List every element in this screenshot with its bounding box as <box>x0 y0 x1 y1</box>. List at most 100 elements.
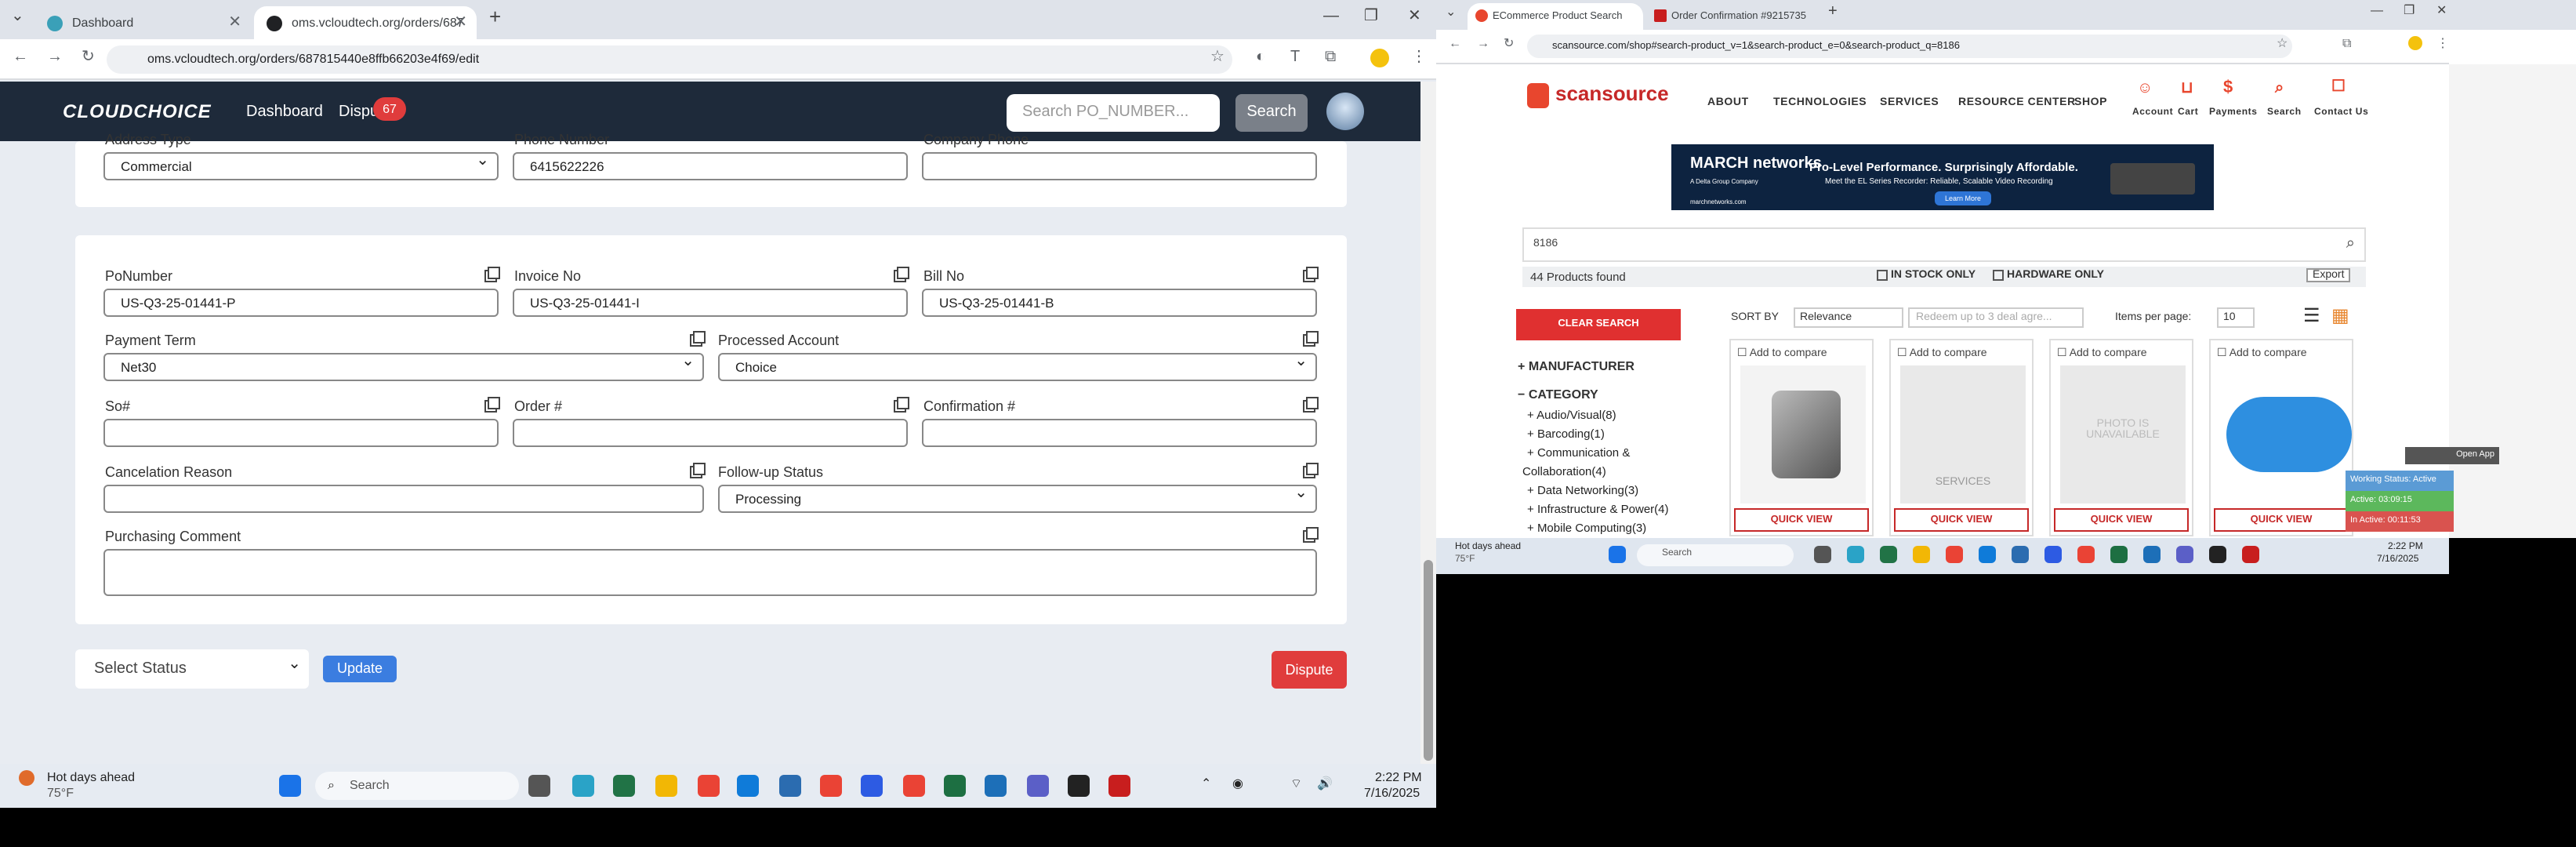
product-image[interactable] <box>2220 365 2352 503</box>
quick-view-button[interactable]: QUICK VIEW <box>2054 508 2189 532</box>
extension-icon[interactable]: ◐ <box>1256 49 1265 66</box>
copy-icon[interactable] <box>894 397 909 413</box>
po-search-input[interactable]: Search PO_NUMBER... <box>1007 94 1220 132</box>
avatar[interactable] <box>1326 93 1364 130</box>
scrollbar-thumb[interactable] <box>1424 560 1433 761</box>
edge-icon[interactable] <box>737 775 759 797</box>
in-stock-checkbox[interactable] <box>1877 270 1888 281</box>
minimize-icon[interactable]: — <box>2371 3 2383 17</box>
nav-about[interactable]: ABOUT <box>1707 97 1749 108</box>
close-icon[interactable]: ✕ <box>228 6 241 39</box>
logo[interactable]: CLOUDCHOICE <box>63 100 212 122</box>
tab-ecommerce[interactable]: ECommerce Product Search <box>1468 3 1643 30</box>
category-item[interactable]: + Barcoding(1) <box>1527 427 1605 441</box>
task-view-icon[interactable] <box>528 775 550 797</box>
calculator-icon[interactable] <box>1880 546 1897 563</box>
compare-checkbox[interactable]: ☐ Add to compare <box>2217 347 2307 359</box>
hardware-checkbox[interactable] <box>1993 270 2004 281</box>
maximize-icon[interactable]: ❐ <box>1364 8 1378 25</box>
followup-status-select[interactable]: Processing <box>718 482 1317 513</box>
bookmark-star-icon[interactable]: ☆ <box>2277 36 2288 50</box>
quick-view-button[interactable]: QUICK VIEW <box>2214 508 2349 532</box>
page-scrollbar[interactable] <box>1420 82 1436 769</box>
forward-icon[interactable]: → <box>47 49 63 66</box>
category-item[interactable]: + Infrastructure & Power(4) <box>1527 502 1669 516</box>
outlook-icon[interactable] <box>779 775 801 797</box>
teams-icon[interactable] <box>2176 546 2193 563</box>
payment-term-select[interactable]: Net30 <box>103 350 704 381</box>
search-icon[interactable]: ⌕ <box>2346 229 2355 260</box>
product-card[interactable]: ☐ Add to compare PHOTO IS UNAVAILABLE QU… <box>2049 339 2193 536</box>
chrome-icon[interactable] <box>820 775 842 797</box>
address-type-select[interactable]: Commercial <box>103 149 499 180</box>
chrome-icon[interactable] <box>1946 546 1963 563</box>
chrome-icon[interactable] <box>903 775 925 797</box>
profile-icon[interactable] <box>1370 49 1389 67</box>
export-button[interactable]: Export <box>2306 268 2351 282</box>
copy-icon[interactable] <box>484 397 500 413</box>
list-view-icon[interactable]: ☰ <box>2303 304 2320 326</box>
app-icon[interactable] <box>985 775 1007 797</box>
copy-icon[interactable] <box>1303 331 1319 347</box>
new-tab-button[interactable]: + <box>489 5 501 28</box>
tab-list-icon[interactable]: ⌄ <box>1446 5 1456 19</box>
excel-icon[interactable] <box>2110 546 2128 563</box>
processed-account-select[interactable]: Choice <box>718 350 1317 381</box>
zoom-icon[interactable] <box>861 775 883 797</box>
taskbar-search[interactable]: ⌕ Search <box>315 772 519 800</box>
product-image[interactable]: SERVICES <box>1900 365 2026 503</box>
teams-icon[interactable] <box>1027 775 1049 797</box>
payments-link[interactable]: Payments <box>2209 108 2258 118</box>
address-bar[interactable]: scansource.com/shop#search-product_v=1&s… <box>1527 35 2292 58</box>
tab-list-icon[interactable]: ⌄ <box>11 8 24 25</box>
weather-title[interactable]: Hot days ahead <box>47 770 135 784</box>
order-number-input[interactable] <box>513 419 908 447</box>
product-search-input[interactable]: 8186 ⌕ <box>1522 227 2366 262</box>
sort-select[interactable]: Relevance <box>1794 307 1903 328</box>
compare-checkbox[interactable]: ☐ Add to compare <box>1737 347 1827 359</box>
profile-icon[interactable] <box>2408 36 2422 50</box>
clock-time[interactable]: 2:22 PM <box>1375 770 1422 784</box>
volume-icon[interactable]: 🔊 <box>1317 776 1333 791</box>
maximize-icon[interactable]: ❐ <box>2404 3 2415 17</box>
menu-icon[interactable]: ⋮ <box>1411 49 1427 66</box>
status-select[interactable]: Select Status <box>75 645 309 689</box>
bill-no-input[interactable]: US-Q3-25-01441-B <box>922 289 1317 317</box>
extension-icon[interactable]: ⧉ <box>2342 36 2351 52</box>
category-item[interactable]: + Communication & <box>1527 445 1630 460</box>
brand-logo[interactable]: scansource <box>1555 82 1669 105</box>
search-link[interactable]: Search <box>2267 108 2302 118</box>
app-icon[interactable] <box>1847 546 1864 563</box>
ad-banner[interactable]: MARCH networks A Delta Group Company mar… <box>1671 144 2214 210</box>
category-toggle[interactable]: − CATEGORY <box>1518 387 1598 402</box>
nav-dashboard[interactable]: Dashboard <box>246 104 323 121</box>
clock-time[interactable]: 2:22 PM <box>2388 543 2423 552</box>
tab-order-confirmation[interactable]: Order Confirmation #9215735 <box>1646 3 1819 30</box>
address-bar[interactable]: oms.vcloudtech.org/orders/687815440e8ffb… <box>107 45 1232 74</box>
nav-resource-center[interactable]: RESOURCE CENTER <box>1958 97 2076 108</box>
phone-input[interactable]: 6415622226 <box>513 152 908 180</box>
excel-icon[interactable] <box>944 775 966 797</box>
open-app-button[interactable]: Open App <box>2405 447 2499 464</box>
chrome-icon[interactable] <box>2077 546 2095 563</box>
product-image[interactable] <box>1740 365 1866 503</box>
category-item-cont[interactable]: Collaboration(4) <box>1522 464 1606 478</box>
tab-dashboard[interactable]: Dashboard ✕ <box>34 6 251 39</box>
task-view-icon[interactable] <box>1814 546 1831 563</box>
new-tab-button[interactable]: + <box>1828 3 1838 20</box>
cart-link[interactable]: Cart <box>2178 108 2198 118</box>
copy-icon[interactable] <box>690 463 706 478</box>
copy-icon[interactable] <box>1303 267 1319 282</box>
chrome-icon[interactable] <box>698 775 720 797</box>
app-icon[interactable] <box>2143 546 2161 563</box>
weather-icon[interactable] <box>19 770 34 786</box>
back-icon[interactable]: ← <box>13 49 28 66</box>
copy-icon[interactable] <box>690 331 706 347</box>
calculator-icon[interactable] <box>613 775 635 797</box>
copy-icon[interactable] <box>484 267 500 282</box>
wifi-icon[interactable]: ⌔ <box>1290 776 1302 792</box>
copy-icon[interactable] <box>894 267 909 282</box>
nav-technologies[interactable]: TECHNOLOGIES <box>1773 97 1867 108</box>
category-item[interactable]: + Data Networking(3) <box>1527 483 1638 497</box>
product-image[interactable]: PHOTO IS UNAVAILABLE <box>2060 365 2186 503</box>
